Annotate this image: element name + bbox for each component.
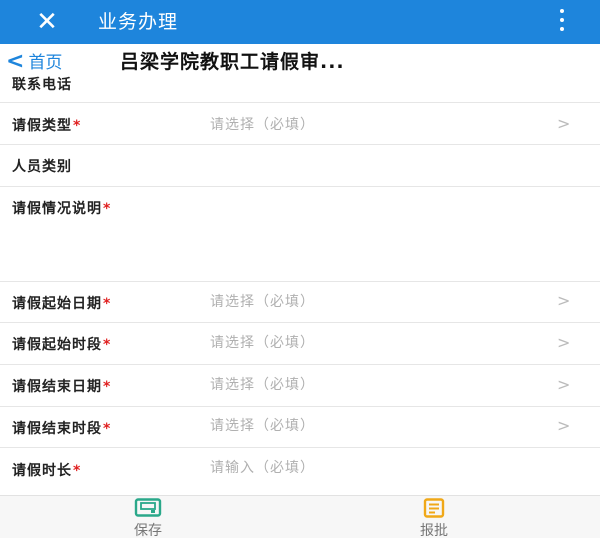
field-label: 请假结束日期* [12,379,112,395]
save-icon [134,498,162,517]
form-row-leave-type[interactable]: 请假类型* 请选择（必填） > [0,103,600,145]
field-label: 人员类别 [12,159,72,175]
app-bar: ✕ 业务办理 [0,0,600,44]
form-row-duration[interactable]: 请假时长* 请输入（必填） [0,448,600,494]
form-row-end-period[interactable]: 请假结束时段* 请选择（必填） > [0,407,600,448]
form-row-end-date[interactable]: 请假结束日期* 请选择（必填） > [0,365,600,407]
chevron-right-icon: > [557,416,571,435]
select-placeholder[interactable]: 请选择（必填） [210,374,315,394]
document-icon [423,498,445,518]
app-title: 业务办理 [98,11,179,33]
field-label: 请假情况说明* [12,201,112,217]
duration-input[interactable]: 请输入（必填） [210,457,315,477]
chevron-right-icon: > [557,375,571,394]
form-row-phone[interactable]: 联系电话 [0,74,600,103]
select-placeholder[interactable]: 请选择（必填） [210,332,315,352]
form-row-leave-description[interactable]: 请假情况说明* [0,187,600,282]
save-button[interactable]: 保存 [118,498,178,539]
back-button[interactable]: < 首页 [6,48,62,76]
page-title: 吕梁学院教职工请假审... [120,51,345,73]
field-label: 请假起始时段* [12,337,112,353]
form-row-start-date[interactable]: 请假起始日期* 请选择（必填） > [0,282,600,323]
form-row-staff-category[interactable]: 人员类别 [0,145,600,187]
chevron-right-icon: > [557,114,571,133]
back-label: 首页 [28,53,63,73]
field-label: 请假结束时段* [12,421,112,437]
field-label: 联系电话 [12,77,72,93]
select-placeholder[interactable]: 请选择（必填） [210,291,315,311]
field-label: 请假类型* [12,118,82,134]
form-row-start-period[interactable]: 请假起始时段* 请选择（必填） > [0,323,600,365]
chevron-left-icon: < [6,49,25,74]
chevron-right-icon: > [557,333,571,352]
field-label: 请假时长* [12,463,82,479]
close-icon[interactable]: ✕ [30,6,64,38]
select-placeholder[interactable]: 请选择（必填） [210,114,315,134]
field-label: 请假起始日期* [12,296,112,312]
select-placeholder[interactable]: 请选择（必填） [210,415,315,435]
submit-button[interactable]: 报批 [404,498,464,539]
more-vertical-icon[interactable] [558,9,566,35]
bottom-action-bar: 保存 报批 [0,495,600,539]
chevron-right-icon: > [557,291,571,310]
